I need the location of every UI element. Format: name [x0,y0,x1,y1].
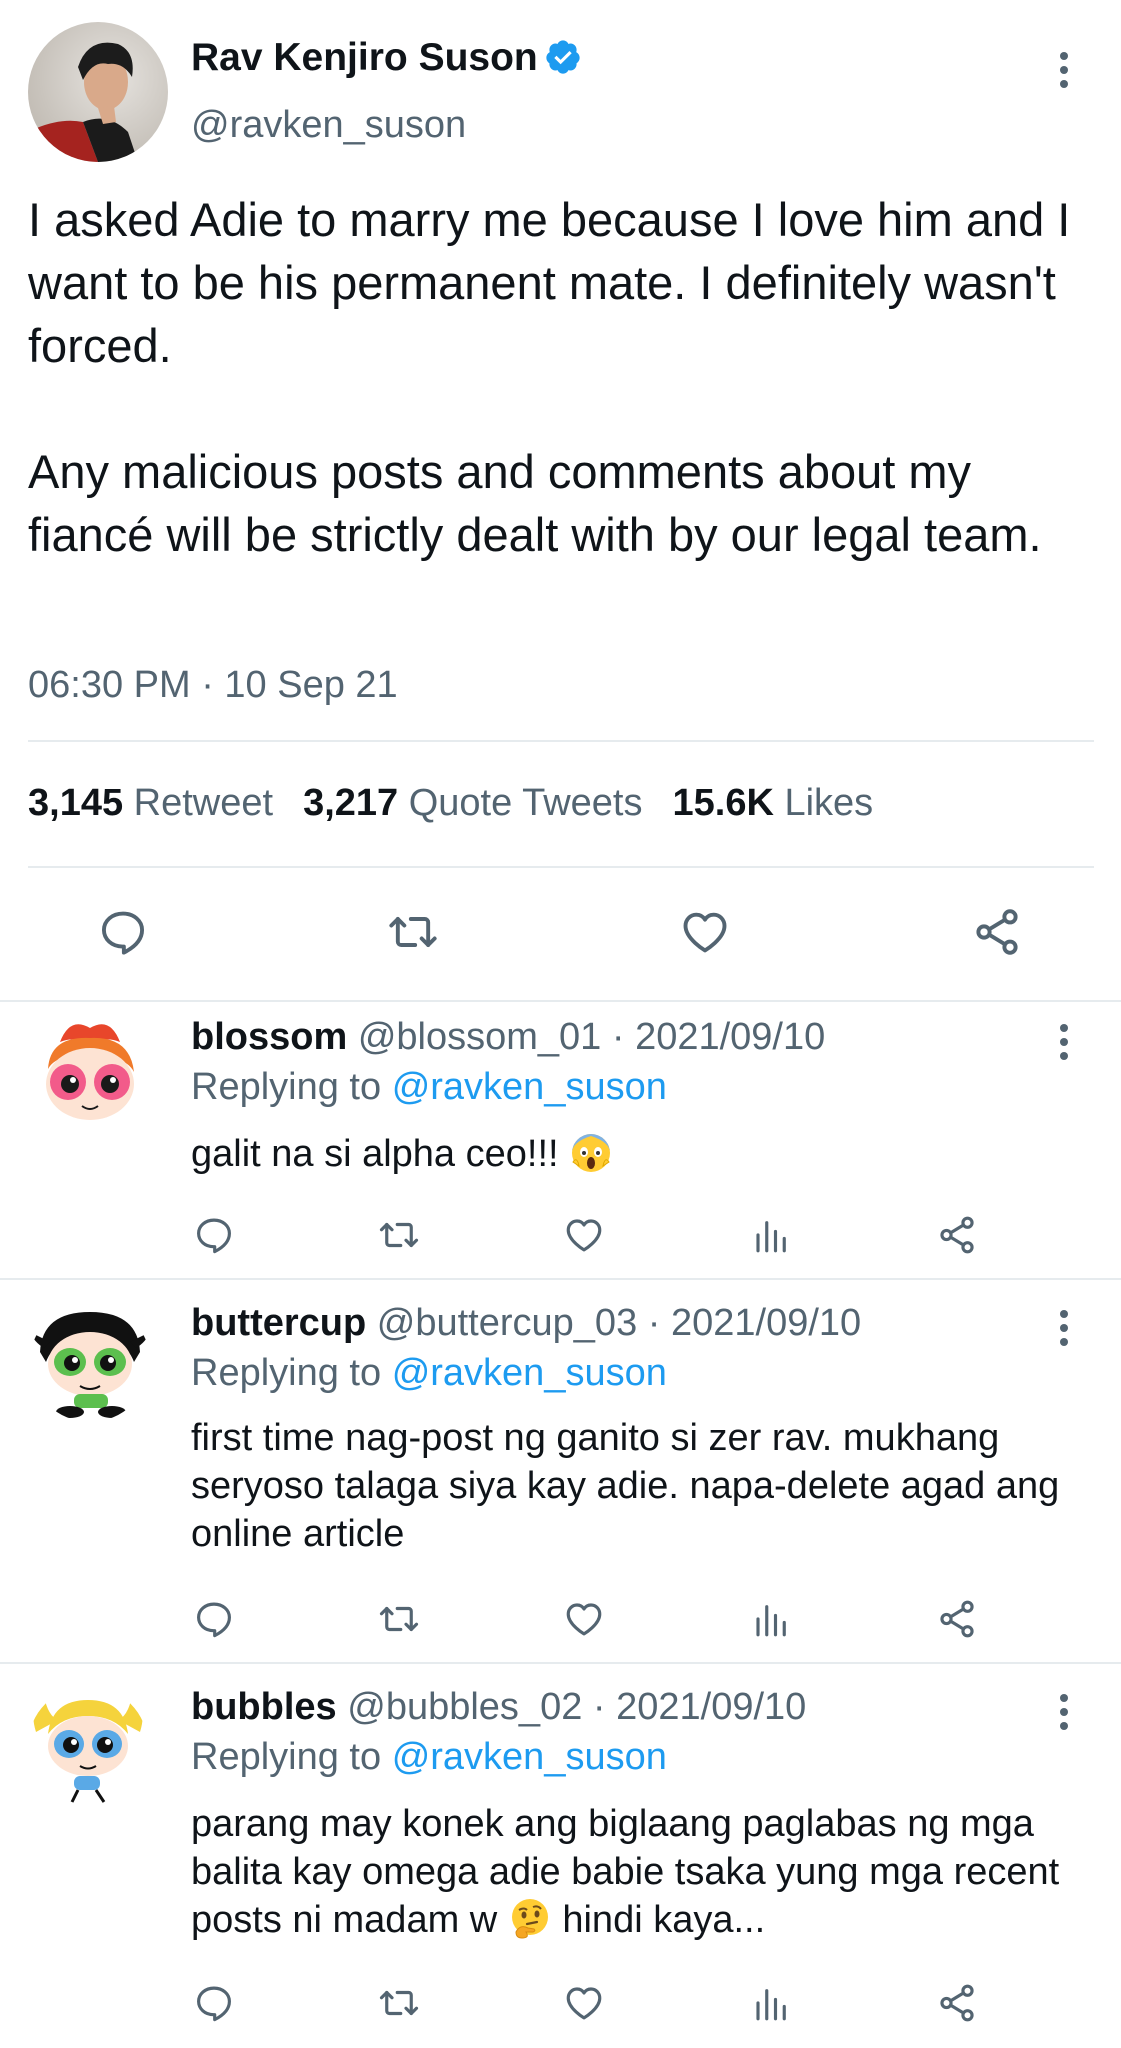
reply-text: parang may konek ang biglaang paglabas n… [191,1800,1071,1944]
likes-count: 15.6K [672,782,774,824]
retweet-count: 3,145 [28,782,124,824]
quote-count: 3,217 [303,782,399,824]
share-icon[interactable] [936,1982,978,2024]
reply-header: buttercup @buttercup_03 · 2021/09/10 [191,1302,861,1345]
reply-icon[interactable] [193,1214,235,1256]
reply-icon[interactable] [193,1982,235,2024]
more-options-icon[interactable] [1058,1310,1070,1352]
retweet-stat[interactable]: 3,145 Retweet [28,782,273,824]
reply-date: · 2021/09/10 [611,1016,826,1058]
more-options-icon[interactable] [1058,52,1070,94]
divider [28,740,1094,742]
analytics-icon[interactable] [751,1982,793,2024]
tweet-text-paragraph-2: Any malicious posts and comments about m… [28,445,1042,561]
author-handle[interactable]: @ravken_suson [191,104,466,147]
author-name-text: Rav Kenjiro Suson [191,36,538,79]
like-icon[interactable] [563,1982,605,2024]
replying-to-prefix: Replying to [191,1352,382,1394]
replying-to-link[interactable]: @ravken_suson [392,1066,667,1108]
reply-avatar[interactable] [28,1686,148,1806]
reply-date: · 2021/09/10 [647,1302,862,1344]
thinking-face-icon [508,1896,552,1940]
reply-text: galit na si alpha ceo!!! [191,1130,1071,1178]
reply-author-handle[interactable]: @blossom_01 [358,1016,601,1058]
replying-to-prefix: Replying to [191,1736,382,1778]
replying-to: Replying to @ravken_suson [191,1736,667,1779]
quote-stat[interactable]: 3,217 Quote Tweets [303,782,642,824]
reply-text: first time nag-post ng ganito si zer rav… [191,1417,1060,1555]
reply-author-name[interactable]: bubbles [191,1686,337,1728]
retweet-icon[interactable] [378,1982,420,2024]
separator [0,1662,1121,1664]
retweet-icon[interactable] [387,906,439,958]
author-avatar[interactable] [28,22,168,162]
divider [28,866,1094,868]
reply-author-handle[interactable]: @bubbles_02 [347,1686,582,1728]
reply-author-name[interactable]: buttercup [191,1302,366,1344]
reply-text-end: hindi kaya... [562,1899,766,1941]
analytics-icon[interactable] [751,1214,793,1256]
separator [0,1000,1121,1002]
replying-to: Replying to @ravken_suson [191,1352,667,1395]
author-name[interactable]: Rav Kenjiro Suson [191,36,582,80]
replying-to-link[interactable]: @ravken_suson [392,1352,667,1394]
reply-header: blossom @blossom_01 · 2021/09/10 [191,1016,825,1059]
bubbles-avatar-image [28,1686,148,1806]
tweet-timestamp[interactable]: 06:30 PM · 10 Sep 21 [28,664,398,707]
more-options-icon[interactable] [1058,1694,1070,1736]
reply-header: bubbles @bubbles_02 · 2021/09/10 [191,1686,806,1729]
tweet-stats: 3,145 Retweet 3,217 Quote Tweets 15.6K Lik… [28,782,873,825]
quote-label: Quote Tweets [408,782,643,824]
reply-text-body: galit na si alpha ceo!!! [191,1133,559,1175]
replying-to: Replying to @ravken_suson [191,1066,667,1109]
replying-to-prefix: Replying to [191,1066,382,1108]
retweet-icon[interactable] [378,1214,420,1256]
verified-badge-icon [544,38,582,76]
reply-icon[interactable] [97,906,149,958]
retweet-icon[interactable] [378,1598,420,1640]
avatar-photo [28,42,138,162]
likes-stat[interactable]: 15.6K Likes [673,782,874,824]
face-screaming-in-fear-icon [569,1130,613,1174]
reply-icon[interactable] [193,1598,235,1640]
tweet-text-paragraph-1: I asked Adie to marry me because I love … [28,193,1071,372]
tweet-text: I asked Adie to marry me because I love … [28,188,1098,566]
blossom-avatar-image [30,1014,150,1134]
reply-author-handle[interactable]: @buttercup_03 [377,1302,637,1344]
reply-avatar[interactable] [30,1014,150,1134]
reply-avatar[interactable] [30,1302,150,1422]
share-icon[interactable] [936,1598,978,1640]
likes-label: Likes [784,782,874,824]
replying-to-link[interactable]: @ravken_suson [392,1736,667,1778]
separator [0,1278,1121,1280]
like-icon[interactable] [679,906,731,958]
more-options-icon[interactable] [1058,1024,1070,1066]
analytics-icon[interactable] [751,1598,793,1640]
retweet-label: Retweet [133,782,274,824]
buttercup-avatar-image [30,1302,150,1422]
like-icon[interactable] [563,1214,605,1256]
like-icon[interactable] [563,1598,605,1640]
reply-author-name[interactable]: blossom [191,1016,347,1058]
share-icon[interactable] [936,1214,978,1256]
share-icon[interactable] [971,906,1023,958]
reply-date: · 2021/09/10 [592,1686,807,1728]
